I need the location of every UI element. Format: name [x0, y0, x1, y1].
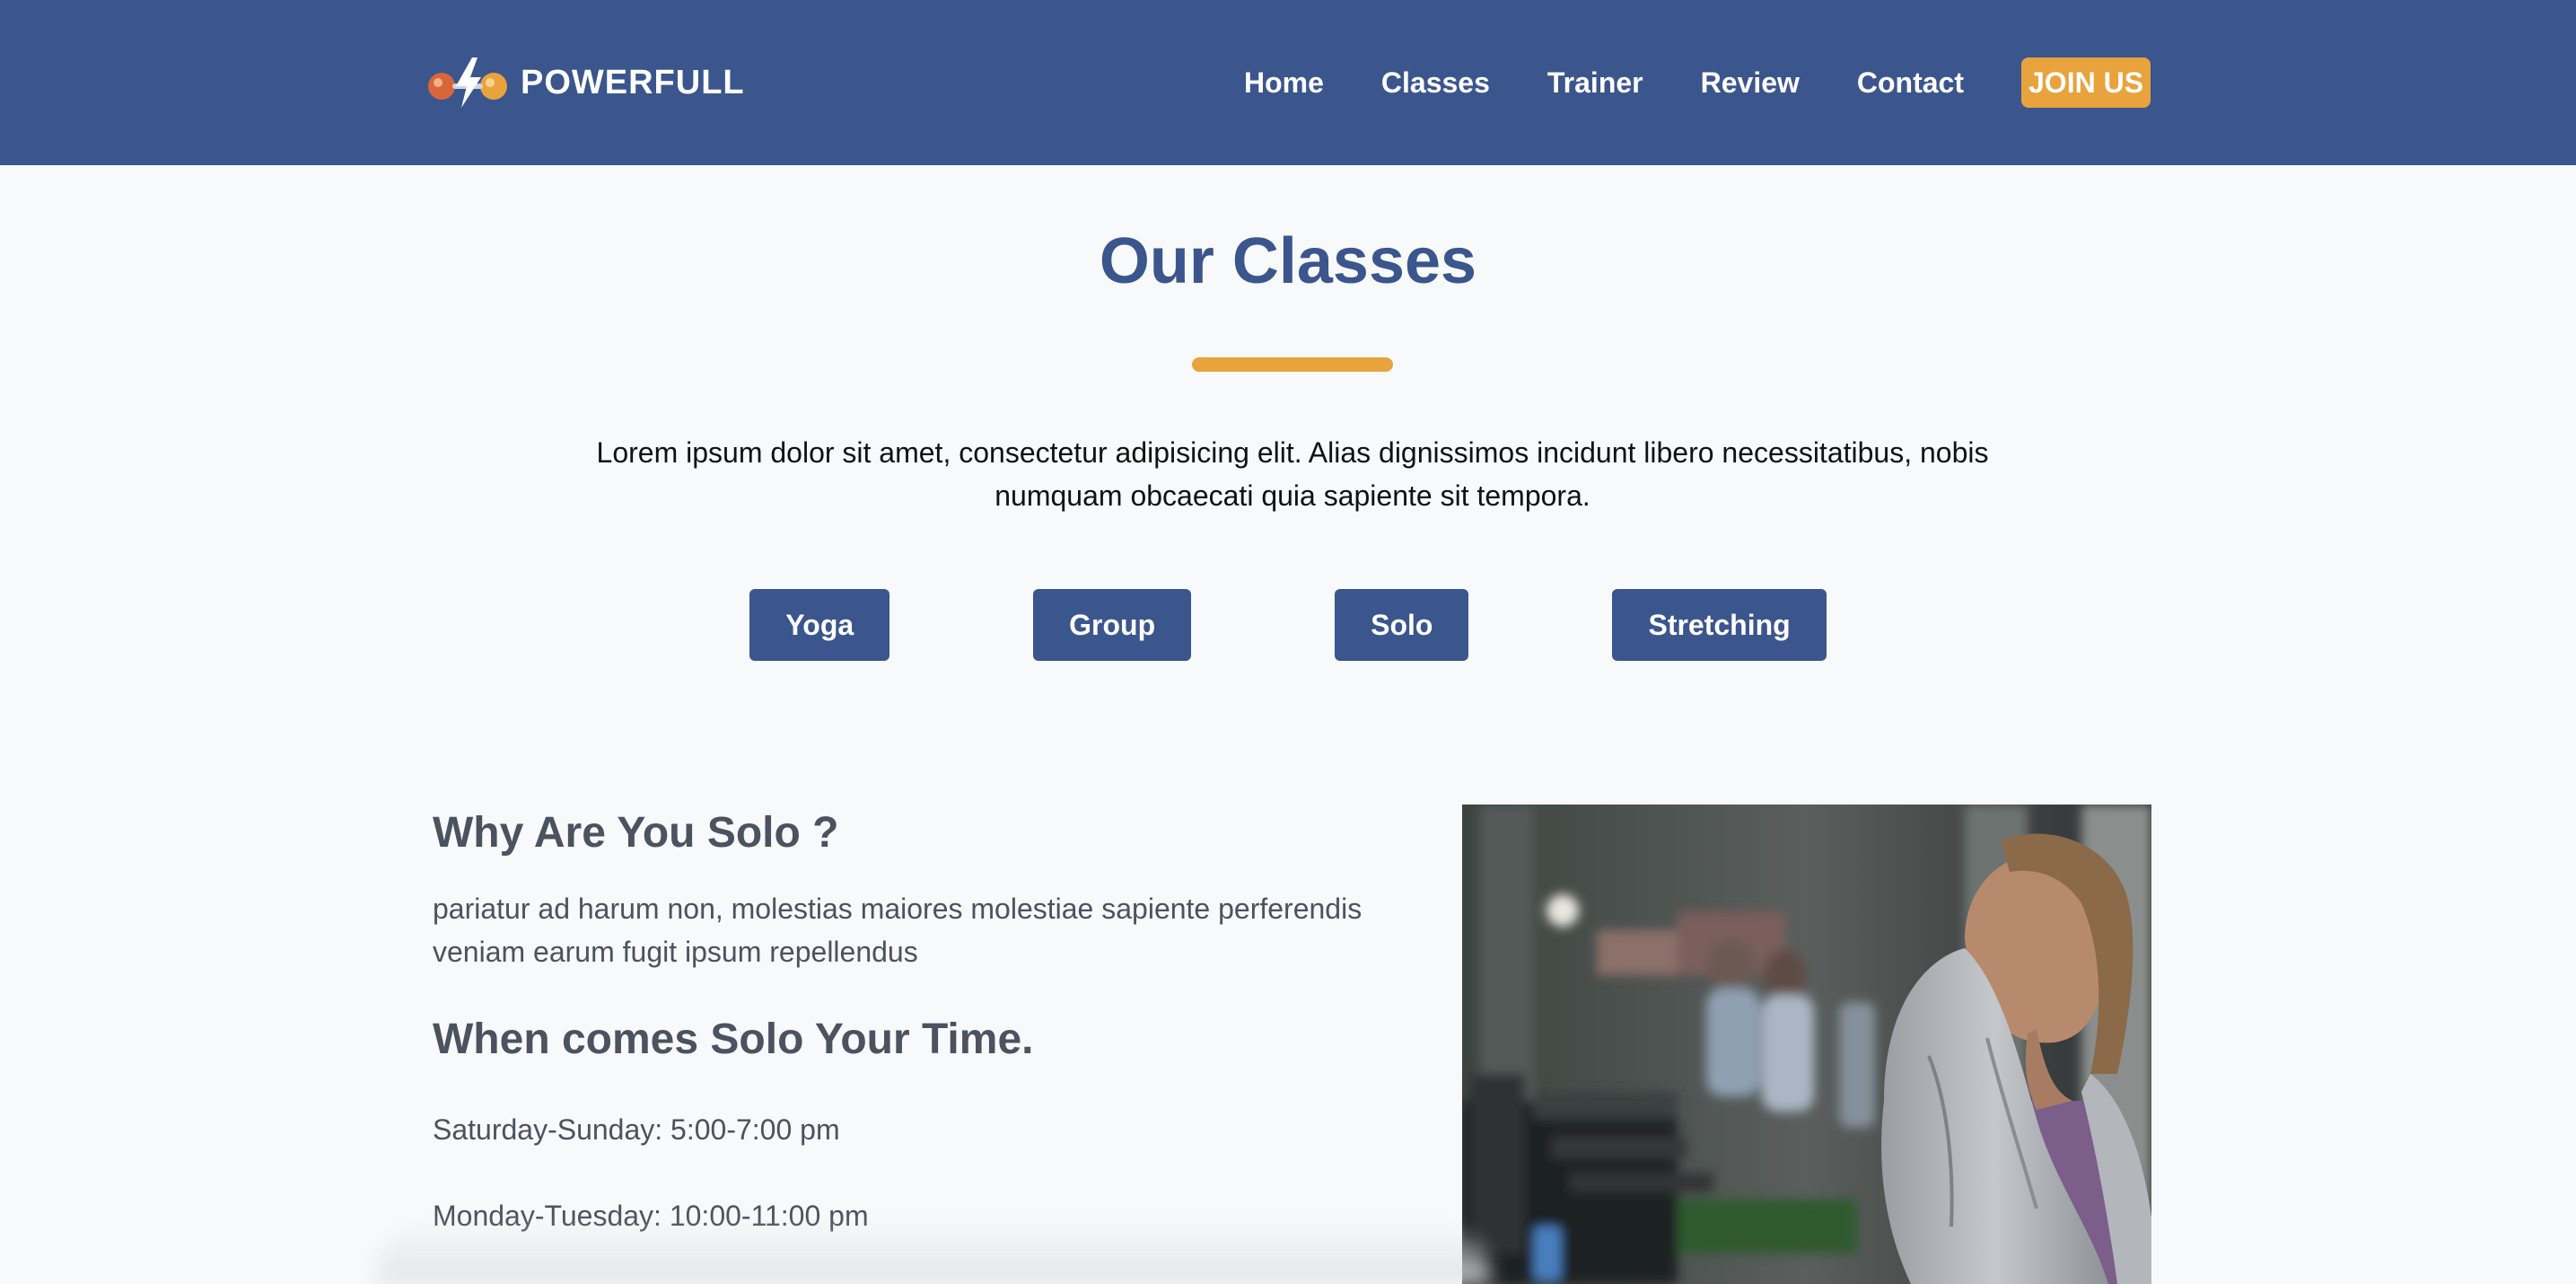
nav-review-link[interactable]: Review	[1701, 66, 1800, 100]
bottom-shadow	[377, 1221, 1490, 1284]
group-filter-button[interactable]: Group	[1033, 589, 1192, 661]
site-header: POWERFULL Home Classes Trainer Review Co…	[0, 0, 2576, 165]
nav-home-link[interactable]: Home	[1244, 66, 1324, 100]
nav-trainer-link[interactable]: Trainer	[1547, 66, 1643, 100]
nav-contact-link[interactable]: Contact	[1857, 66, 1964, 100]
brand-logo[interactable]: POWERFULL	[425, 56, 745, 110]
dumbbell-lightning-icon	[428, 57, 507, 108]
schedule-heading: When comes Solo Your Time.	[433, 1016, 1034, 1063]
join-us-button[interactable]: JOIN US	[2021, 57, 2151, 108]
solo-filter-button[interactable]: Solo	[1335, 589, 1469, 661]
class-detail: Why Are You Solo ? pariatur ad harum non…	[433, 803, 1402, 1237]
class-filter-tabs: Yoga Group Solo Stretching	[0, 589, 2576, 661]
stretching-filter-button[interactable]: Stretching	[1612, 589, 1827, 661]
main-nav: Home Classes Trainer Review Contact JOIN…	[1244, 57, 2151, 108]
title-underline	[1192, 357, 1393, 372]
detail-heading: Why Are You Solo ?	[433, 809, 839, 857]
detail-description: pariatur ad harum non, molestias maiores…	[433, 893, 1362, 968]
yoga-filter-button[interactable]: Yoga	[749, 589, 890, 661]
section-intro: Lorem ipsum dolor sit amet, consectetur …	[596, 436, 1989, 512]
class-photo	[1462, 805, 2151, 1284]
nav-classes-link[interactable]: Classes	[1381, 66, 1490, 100]
gym-woman-towel-image	[1462, 805, 2151, 1284]
schedule-item: Saturday-Sunday: 5:00-7:00 pm	[433, 1113, 840, 1146]
section-title: Our Classes	[1099, 225, 1477, 297]
brand-name: POWERFULL	[521, 63, 745, 101]
